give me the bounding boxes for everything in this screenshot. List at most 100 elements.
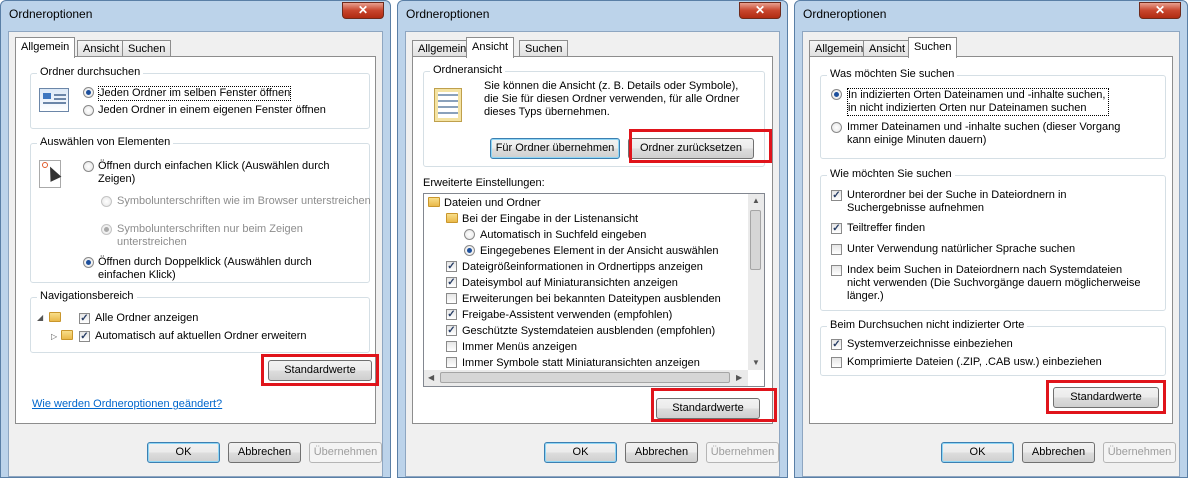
tree-item[interactable]: Immer Symbole statt Miniaturansichten an… [462, 357, 700, 370]
checkbox-file-icon-thumbnails[interactable]: ✓ [446, 277, 457, 288]
radio-underline-hover-label: Symbolunterschriften nur beim Zeigen unt… [117, 223, 303, 248]
group-what-to-search: Was möchten Sie suchen In indizierten Or… [820, 68, 1166, 159]
checkbox-no-index-system-label[interactable]: Index beim Suchen in Dateiordnern nach S… [847, 264, 1147, 303]
radio-double-click[interactable] [83, 257, 94, 268]
folder-icon [49, 312, 61, 322]
radio-indexed-search[interactable] [831, 89, 842, 100]
cancel-button[interactable]: Abbrechen [1022, 442, 1095, 463]
scroll-down-icon[interactable]: ▼ [752, 358, 760, 367]
scroll-up-icon[interactable]: ▲ [752, 196, 760, 205]
radio-same-window[interactable] [83, 87, 94, 98]
close-button[interactable]: ✕ [739, 2, 781, 19]
window-title: Ordneroptionen [406, 7, 490, 21]
folder-view-description: Sie können die Ansicht (z. B. Details od… [484, 80, 740, 118]
highlight-box [1046, 380, 1166, 414]
cancel-button[interactable]: Abbrechen [625, 442, 698, 463]
tree-item[interactable]: Freigabe-Assistent verwenden (empfohlen) [462, 309, 672, 322]
checkbox-auto-expand-label[interactable]: Automatisch auf aktuellen Ordner erweite… [95, 330, 307, 343]
checkbox-partial-matches[interactable]: ✓ [831, 223, 842, 234]
help-link[interactable]: Wie werden Ordneroptionen geändert? [32, 398, 222, 410]
checkbox-show-all-folders-label[interactable]: Alle Ordner anzeigen [95, 312, 198, 325]
cancel-button[interactable]: Abbrechen [228, 442, 301, 463]
checkbox-size-info[interactable]: ✓ [446, 261, 457, 272]
window-title: Ordneroptionen [9, 7, 93, 21]
radio-double-click-label[interactable]: Öffnen durch Doppelklick (Auswählen durc… [98, 256, 360, 282]
ok-button[interactable]: OK [147, 442, 220, 463]
scroll-thumb[interactable] [750, 210, 761, 270]
checkbox-compressed-files[interactable] [831, 357, 842, 368]
folder-view-icon [434, 88, 462, 122]
vertical-scrollbar[interactable]: ▲ ▼ [748, 194, 764, 370]
radio-new-window[interactable] [83, 105, 94, 116]
tab-panel: Was möchten Sie suchen In indizierten Or… [809, 56, 1173, 424]
tab-ansicht[interactable]: Ansicht [466, 37, 515, 58]
radio-indexed-search-label[interactable]: In indizierten Orten Dateinamen und -inh… [847, 88, 1109, 116]
radio-select-in-view[interactable] [464, 245, 475, 256]
checkbox-system-dirs-label[interactable]: Systemverzeichnisse einbeziehen [847, 338, 1013, 351]
radio-underline-hover [101, 224, 112, 235]
group-how-to-search: Wie möchten Sie suchen ✓ Unterordner bei… [820, 168, 1166, 311]
dialog-client: Allgemein Ansicht Suchen Was möchten Sie… [802, 31, 1180, 477]
checkbox-auto-expand[interactable]: ✓ [79, 331, 90, 342]
group-title: Wie möchten Sie suchen [827, 168, 955, 180]
ok-button[interactable]: OK [941, 442, 1014, 463]
checkbox-natural-language-label[interactable]: Unter Verwendung natürlicher Sprache suc… [847, 243, 1075, 256]
expanded-arrow-icon: ◢ [37, 313, 44, 322]
checkbox-include-subfolders[interactable]: ✓ [831, 190, 842, 201]
tab-suchen[interactable]: Suchen [908, 37, 958, 58]
checkbox-natural-language[interactable] [831, 244, 842, 255]
radio-same-window-label[interactable]: Jeden Ordner im selben Fenster öffnen [98, 86, 292, 101]
tree-item[interactable]: Geschützte Systemdateien ausblenden (emp… [462, 325, 715, 338]
tree-item[interactable]: Dateien und Ordner [444, 197, 541, 210]
apply-button: Übernehmen [309, 442, 382, 463]
radio-single-click[interactable] [83, 161, 94, 172]
checkbox-hide-extensions[interactable] [446, 293, 457, 304]
tree-item[interactable]: Erweiterungen bei bekannten Dateitypen a… [462, 293, 721, 306]
group-title: Was möchten Sie suchen [827, 68, 958, 80]
checkbox-compressed-files-label[interactable]: Komprimierte Dateien (.ZIP, .CAB usw.) e… [847, 356, 1102, 369]
group-title: Beim Durchsuchen nicht indizierter Orte [827, 319, 1028, 331]
tree-item[interactable]: Immer Menüs anzeigen [462, 341, 577, 354]
radio-always-contents[interactable] [831, 122, 842, 133]
title-bar[interactable]: Ordneroptionen ✕ [795, 1, 1187, 29]
tree-item[interactable]: Automatisch in Suchfeld eingeben [480, 229, 646, 242]
checkbox-hide-system-files[interactable]: ✓ [446, 325, 457, 336]
scroll-left-icon[interactable]: ◀ [428, 373, 434, 382]
group-title: Auswählen von Elementen [37, 136, 174, 148]
group-title: Ordner durchsuchen [37, 66, 144, 78]
tab-panel: Ordner durchsuchen Jeden Ordner im selbe… [15, 56, 379, 424]
radio-auto-search-box[interactable] [464, 229, 475, 240]
folder-icon [446, 213, 458, 223]
group-navigation-pane: Navigationsbereich ◢ ✓ Alle Ordner anzei… [30, 290, 370, 353]
checkbox-include-subfolders-label[interactable]: Unterordner bei der Suche in Dateiordner… [847, 189, 1107, 215]
scroll-thumb[interactable] [440, 372, 730, 383]
checkbox-partial-matches-label[interactable]: Teiltreffer finden [847, 222, 925, 235]
title-bar[interactable]: Ordneroptionen ✕ [398, 1, 787, 29]
tab-allgemein[interactable]: Allgemein [15, 37, 76, 58]
scroll-right-icon[interactable]: ▶ [736, 373, 742, 382]
tree-item[interactable]: Eingegebenes Element in der Ansicht ausw… [480, 245, 719, 258]
checkbox-always-show-menus[interactable] [446, 341, 457, 352]
horizontal-scrollbar[interactable]: ◀ ▶ [424, 370, 748, 386]
folder-icon [428, 197, 440, 207]
advanced-settings-tree[interactable]: Dateien und Ordner Bei der Eingabe in de… [423, 193, 765, 387]
checkbox-show-all-folders[interactable]: ✓ [79, 313, 90, 324]
tree-item[interactable]: Dateisymbol auf Miniaturansichten anzeig… [462, 277, 678, 290]
checkbox-sharing-wizard[interactable]: ✓ [446, 309, 457, 320]
dialog-client: Allgemein Ansicht Suchen Ordner durchsuc… [8, 31, 383, 477]
checkbox-always-icons[interactable] [446, 357, 457, 368]
tree-item[interactable]: Bei der Eingabe in der Listenansicht [462, 213, 638, 226]
close-button[interactable]: ✕ [1139, 2, 1181, 19]
radio-new-window-label[interactable]: Jeden Ordner in einem eigenen Fenster öf… [98, 104, 326, 117]
apply-to-folders-button[interactable]: Für Ordner übernehmen [490, 138, 620, 159]
checkbox-no-index-system[interactable] [831, 265, 842, 276]
radio-always-contents-label[interactable]: Immer Dateinamen und -inhalte suchen (di… [847, 121, 1147, 147]
collapsed-arrow-icon: ▷ [51, 332, 58, 341]
apply-button: Übernehmen [1103, 442, 1176, 463]
tree-item[interactable]: Dateigrößeinformationen in Ordnertipps a… [462, 261, 703, 274]
checkbox-system-dirs[interactable]: ✓ [831, 339, 842, 350]
radio-single-click-label[interactable]: Öffnen durch einfachen Klick (Auswählen … [98, 160, 358, 186]
title-bar[interactable]: Ordneroptionen ✕ [1, 1, 390, 29]
ok-button[interactable]: OK [544, 442, 617, 463]
close-button[interactable]: ✕ [342, 2, 384, 19]
